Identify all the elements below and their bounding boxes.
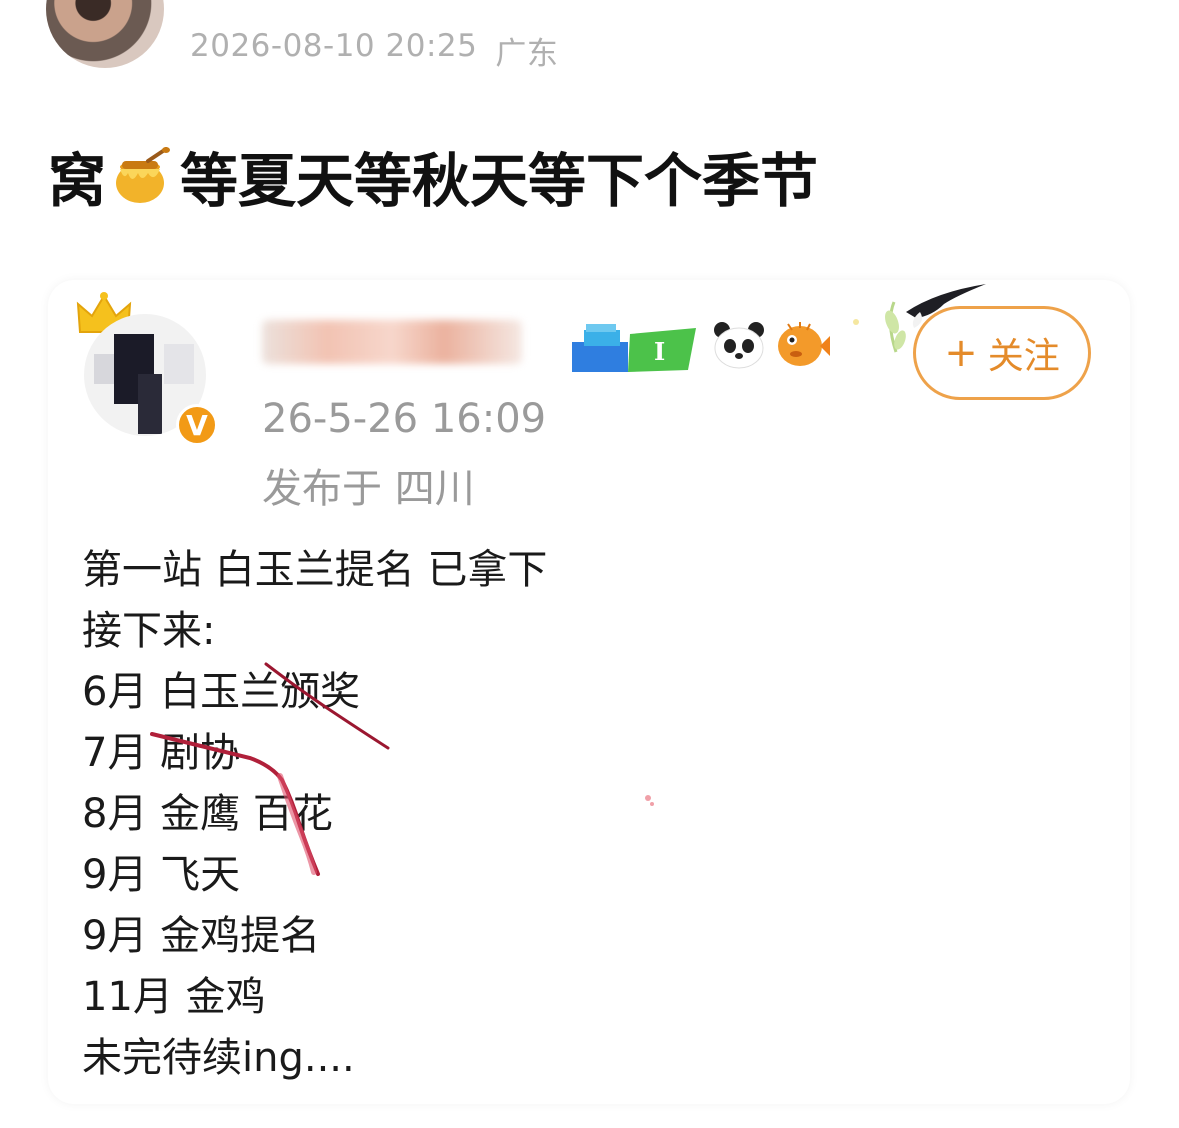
text-line: 9月 飞天	[82, 852, 241, 898]
plus-icon: +	[944, 330, 978, 376]
panda-icon	[714, 322, 764, 369]
follow-label: 关注	[987, 336, 1060, 377]
svg-text:I: I	[654, 337, 665, 366]
text-line: 6月 白玉兰颁奖	[82, 669, 361, 715]
quoted-location: 发布于 四川	[262, 466, 475, 512]
post-location: 广东	[495, 36, 559, 72]
quoted-username-blurred[interactable]	[262, 320, 522, 364]
poster-avatar[interactable]	[46, 0, 164, 68]
post-text-main: 等夏天等秋天等下个季节	[180, 147, 819, 215]
pufferfish-icon	[778, 322, 830, 366]
quoted-timestamp: 26-5-26 16:09	[262, 396, 547, 442]
honey-pot-icon	[116, 147, 171, 203]
text-line: 8月 金鹰 百花	[82, 791, 333, 837]
post-text-start: 窝	[48, 147, 107, 215]
follow-button[interactable]: + 关注	[913, 306, 1091, 400]
text-line: 9月 金鸡提名	[82, 913, 321, 959]
text-line: 接下来:	[82, 608, 216, 654]
post-timestamp: 2026-08-10 20:25	[190, 28, 478, 64]
post-meta: 2026-08-10 20:25 广东	[190, 28, 558, 73]
post-text: 窝 等夏天等秋天等下个季节	[48, 134, 818, 218]
text-line: 7月 剧协	[82, 730, 241, 776]
quoted-post-text: 第一站 白玉兰提名 已拿下 接下来: 6月 白玉兰颁奖 7月 剧协 8月 金鹰 …	[82, 540, 547, 1089]
level-badge-icon: I	[572, 324, 696, 372]
text-line: 未完待续ing....	[82, 1035, 355, 1081]
text-line: 第一站 白玉兰提名 已拿下	[82, 547, 548, 593]
text-line: 11月 金鸡	[82, 974, 266, 1020]
verified-badge: V	[176, 404, 218, 446]
